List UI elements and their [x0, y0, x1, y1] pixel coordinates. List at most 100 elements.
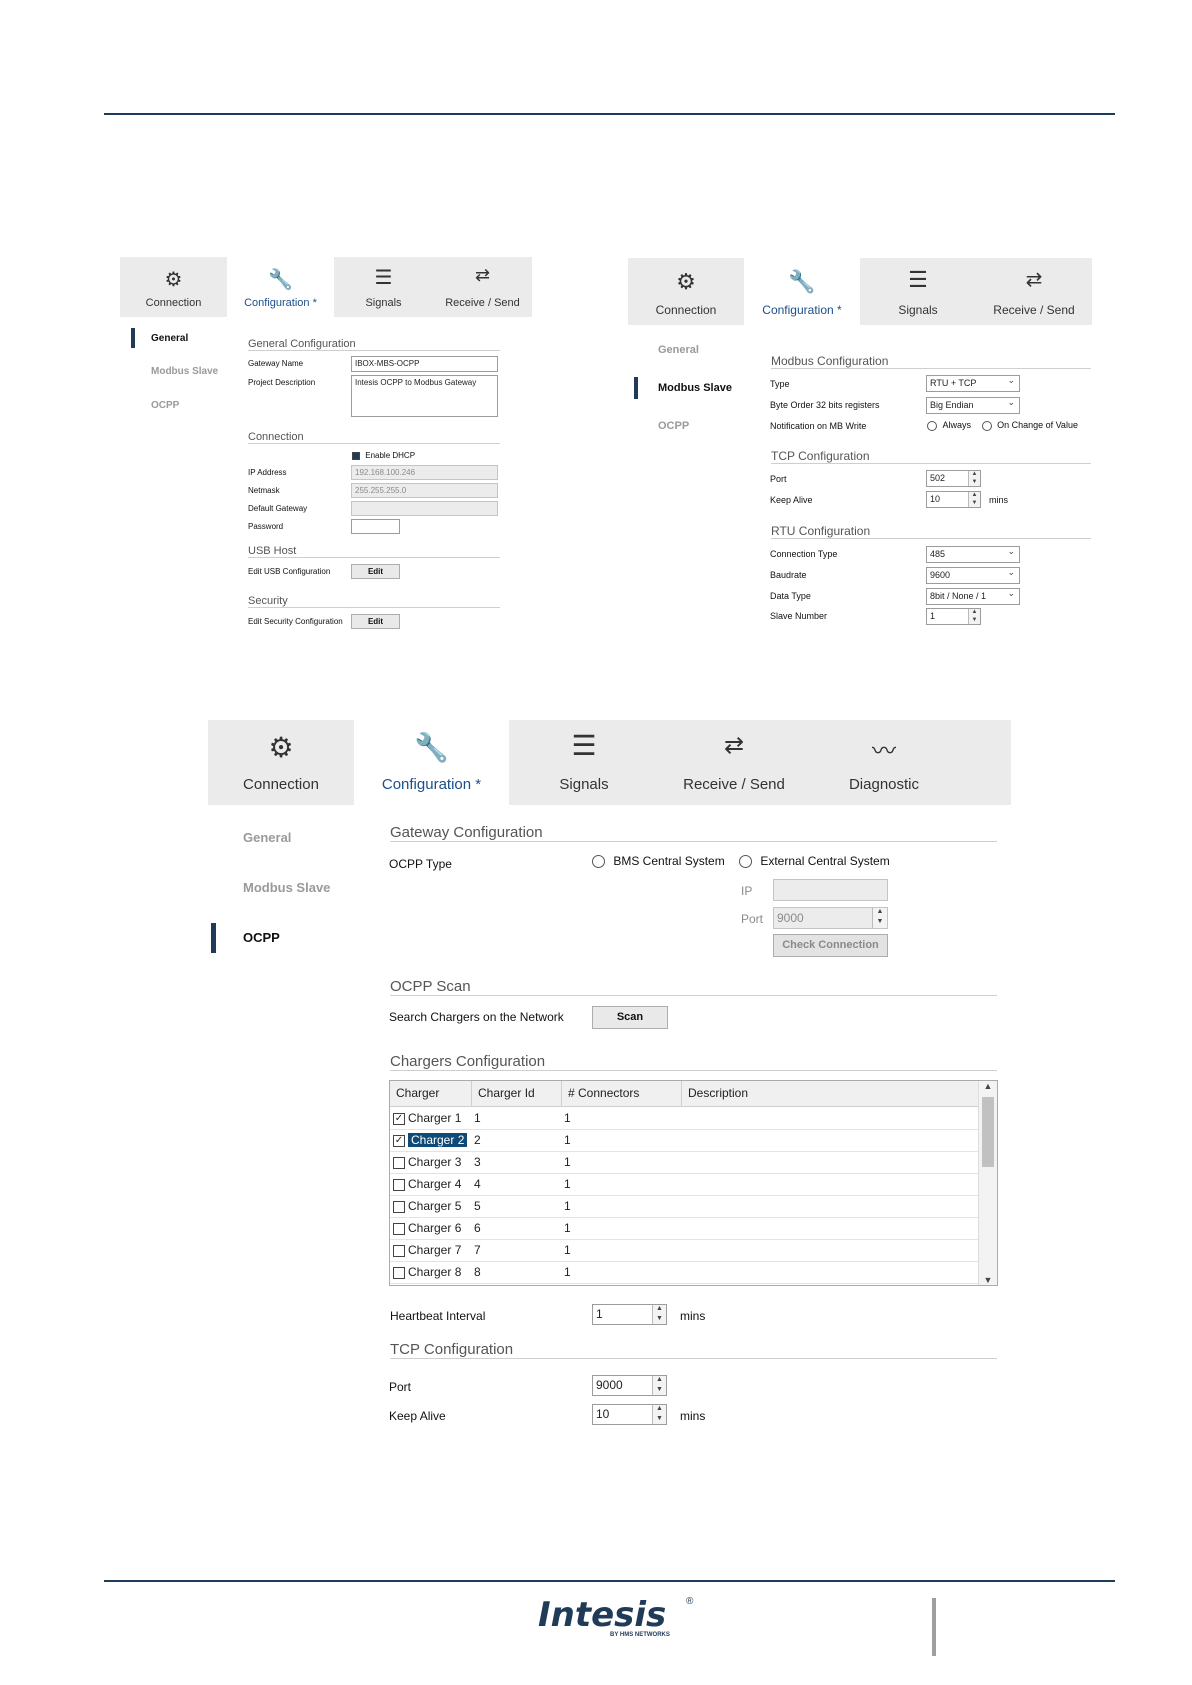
project-description-field[interactable]: Intesis OCPP to Modbus Gateway	[351, 375, 498, 417]
table-row[interactable]: Charger 6 6 1	[390, 1217, 979, 1240]
netmask-field[interactable]: 255.255.255.0	[351, 483, 498, 498]
gateway-name-field[interactable]: IBOX-MBS-OCPP	[351, 356, 498, 372]
port-input[interactable]: 502 ▲ ▼	[926, 470, 981, 487]
table-row[interactable]: Charger 3 3 1	[390, 1151, 979, 1174]
tab-configuration[interactable]: 🔧 Configuration *	[227, 257, 334, 317]
column-connectors[interactable]: # Connectors	[562, 1081, 682, 1106]
tab-signals[interactable]: ☰ Signals	[860, 258, 976, 325]
section-tcp-config: TCP Configuration	[390, 1341, 997, 1359]
footer-divider	[932, 1598, 936, 1656]
charger-checkbox[interactable]	[393, 1156, 405, 1169]
keep-alive-stepper[interactable]: ▲ ▼	[652, 1405, 666, 1424]
section-general-config: General Configuration	[248, 338, 500, 351]
external-ip-field[interactable]	[773, 879, 888, 901]
notif-always-radio[interactable]	[927, 420, 937, 431]
table-row[interactable]: Charger 7 7 1	[390, 1239, 979, 1262]
charger-connectors: 1	[564, 1111, 571, 1125]
external-central-radio[interactable]	[739, 855, 752, 869]
charger-checkbox[interactable]: ✓	[393, 1134, 405, 1147]
charger-name: Charger 5	[408, 1199, 462, 1213]
nav-modbus-slave[interactable]: Modbus Slave	[151, 366, 218, 377]
charger-checkbox[interactable]	[393, 1266, 405, 1279]
external-port-stepper[interactable]: ▲ ▼	[872, 908, 887, 928]
charger-id: 8	[474, 1265, 481, 1279]
charger-checkbox[interactable]	[393, 1200, 405, 1213]
tcp-port-stepper[interactable]: ▲ ▼	[652, 1376, 666, 1395]
nav-modbus-slave[interactable]: Modbus Slave	[658, 382, 732, 394]
default-gateway-field[interactable]	[351, 501, 498, 516]
keep-alive-input[interactable]: 10 ▲ ▼	[926, 491, 981, 508]
charger-connectors: 1	[564, 1177, 571, 1191]
nav-modbus-slave[interactable]: Modbus Slave	[243, 880, 330, 895]
nav-general[interactable]: General	[151, 333, 188, 344]
nav-ocpp[interactable]: OCPP	[243, 930, 280, 945]
slave-number-stepper[interactable]: ▲ ▼	[968, 609, 980, 624]
tab-connection[interactable]: ⚙ Connection	[628, 258, 744, 325]
tab-configuration[interactable]: 🔧 Configuration *	[354, 720, 509, 805]
tab-connection[interactable]: ⚙ Connection	[208, 720, 354, 805]
baudrate-select[interactable]: 9600	[926, 567, 1020, 584]
tab-receive-send[interactable]: ⇄ Receive / Send	[659, 720, 809, 805]
tab-signals[interactable]: ☰ Signals	[334, 257, 433, 317]
check-connection-button[interactable]: Check Connection	[773, 934, 888, 957]
table-row[interactable]: Charger 8 8 1	[390, 1261, 979, 1284]
slave-number-input[interactable]: 1 ▲ ▼	[926, 608, 981, 625]
heartbeat-stepper[interactable]: ▲ ▼	[652, 1305, 666, 1324]
scroll-down-icon[interactable]: ▼	[979, 1275, 997, 1285]
charger-checkbox[interactable]	[393, 1222, 405, 1235]
charger-id: 1	[474, 1111, 481, 1125]
type-select[interactable]: RTU + TCP	[926, 375, 1020, 392]
charger-id: 4	[474, 1177, 481, 1191]
tab-diagnostic[interactable]: 〰 Diagnostic	[809, 720, 959, 805]
byte-order-select[interactable]: Big Endian	[926, 397, 1020, 414]
nav-general[interactable]: General	[658, 344, 699, 356]
column-description[interactable]: Description	[682, 1081, 979, 1106]
charger-checkbox[interactable]	[393, 1178, 405, 1191]
tab-configuration[interactable]: 🔧 Configuration *	[744, 258, 860, 325]
table-row[interactable]: Charger 5 5 1	[390, 1195, 979, 1218]
external-port-field[interactable]: 9000 ▲ ▼	[773, 907, 888, 929]
table-row[interactable]: Charger 4 4 1	[390, 1173, 979, 1196]
keep-alive-stepper[interactable]: ▲ ▼	[968, 492, 980, 507]
notif-change-radio[interactable]	[981, 420, 992, 431]
heartbeat-interval-input[interactable]: 1 ▲ ▼	[592, 1304, 667, 1325]
charger-connectors: 1	[564, 1133, 571, 1147]
connection-type-select[interactable]: 485	[926, 546, 1020, 563]
tab-receive-send[interactable]: ⇄ Receive / Send	[976, 258, 1092, 325]
bms-central-radio[interactable]	[592, 855, 605, 869]
section-modbus-config: Modbus Configuration	[771, 354, 1091, 369]
nav-active-bar	[131, 328, 135, 348]
scan-button[interactable]: Scan	[592, 1006, 668, 1029]
charger-checkbox[interactable]: ✓	[393, 1112, 405, 1125]
nav-ocpp[interactable]: OCPP	[151, 400, 179, 411]
data-type-select[interactable]: 8bit / None / 1	[926, 588, 1020, 605]
tab-connection[interactable]: ⚙ Connection	[120, 257, 227, 317]
table-row[interactable]: ✓ Charger 1 1 1	[390, 1107, 979, 1130]
waveform-icon: 〰	[872, 738, 896, 765]
table-header: Charger Charger Id # Connectors Descript…	[390, 1081, 979, 1107]
wrench-icon: 🔧	[788, 269, 816, 294]
edit-security-button[interactable]: Edit	[351, 614, 400, 629]
ip-address-field[interactable]: 192.168.100.246	[351, 465, 498, 480]
keep-alive-input[interactable]: 10 ▲ ▼	[592, 1404, 667, 1425]
scroll-up-icon[interactable]: ▲	[979, 1081, 997, 1091]
connection-icon: ⚙	[268, 732, 294, 763]
table-scrollbar[interactable]: ▲ ▼	[978, 1081, 997, 1285]
charger-connectors: 1	[564, 1221, 571, 1235]
tab-receive-send[interactable]: ⇄ Receive / Send	[433, 257, 532, 317]
dhcp-checkbox[interactable]	[352, 451, 360, 460]
nav-ocpp[interactable]: OCPP	[658, 420, 689, 432]
edit-usb-button[interactable]: Edit	[351, 564, 400, 579]
nav-general[interactable]: General	[243, 830, 291, 845]
tab-signals[interactable]: ☰ Signals	[509, 720, 659, 805]
table-row[interactable]: ✓ Charger 2 2 1	[390, 1129, 979, 1152]
tcp-port-input[interactable]: 9000 ▲ ▼	[592, 1375, 667, 1396]
section-connection: Connection	[248, 431, 500, 444]
column-charger-id[interactable]: Charger Id	[472, 1081, 562, 1106]
charger-checkbox[interactable]	[393, 1244, 405, 1257]
column-charger[interactable]: Charger	[390, 1081, 472, 1106]
send-icon: ⇄	[474, 265, 491, 285]
scroll-thumb[interactable]	[982, 1097, 994, 1167]
port-stepper[interactable]: ▲ ▼	[968, 471, 980, 486]
password-field[interactable]	[351, 519, 400, 534]
